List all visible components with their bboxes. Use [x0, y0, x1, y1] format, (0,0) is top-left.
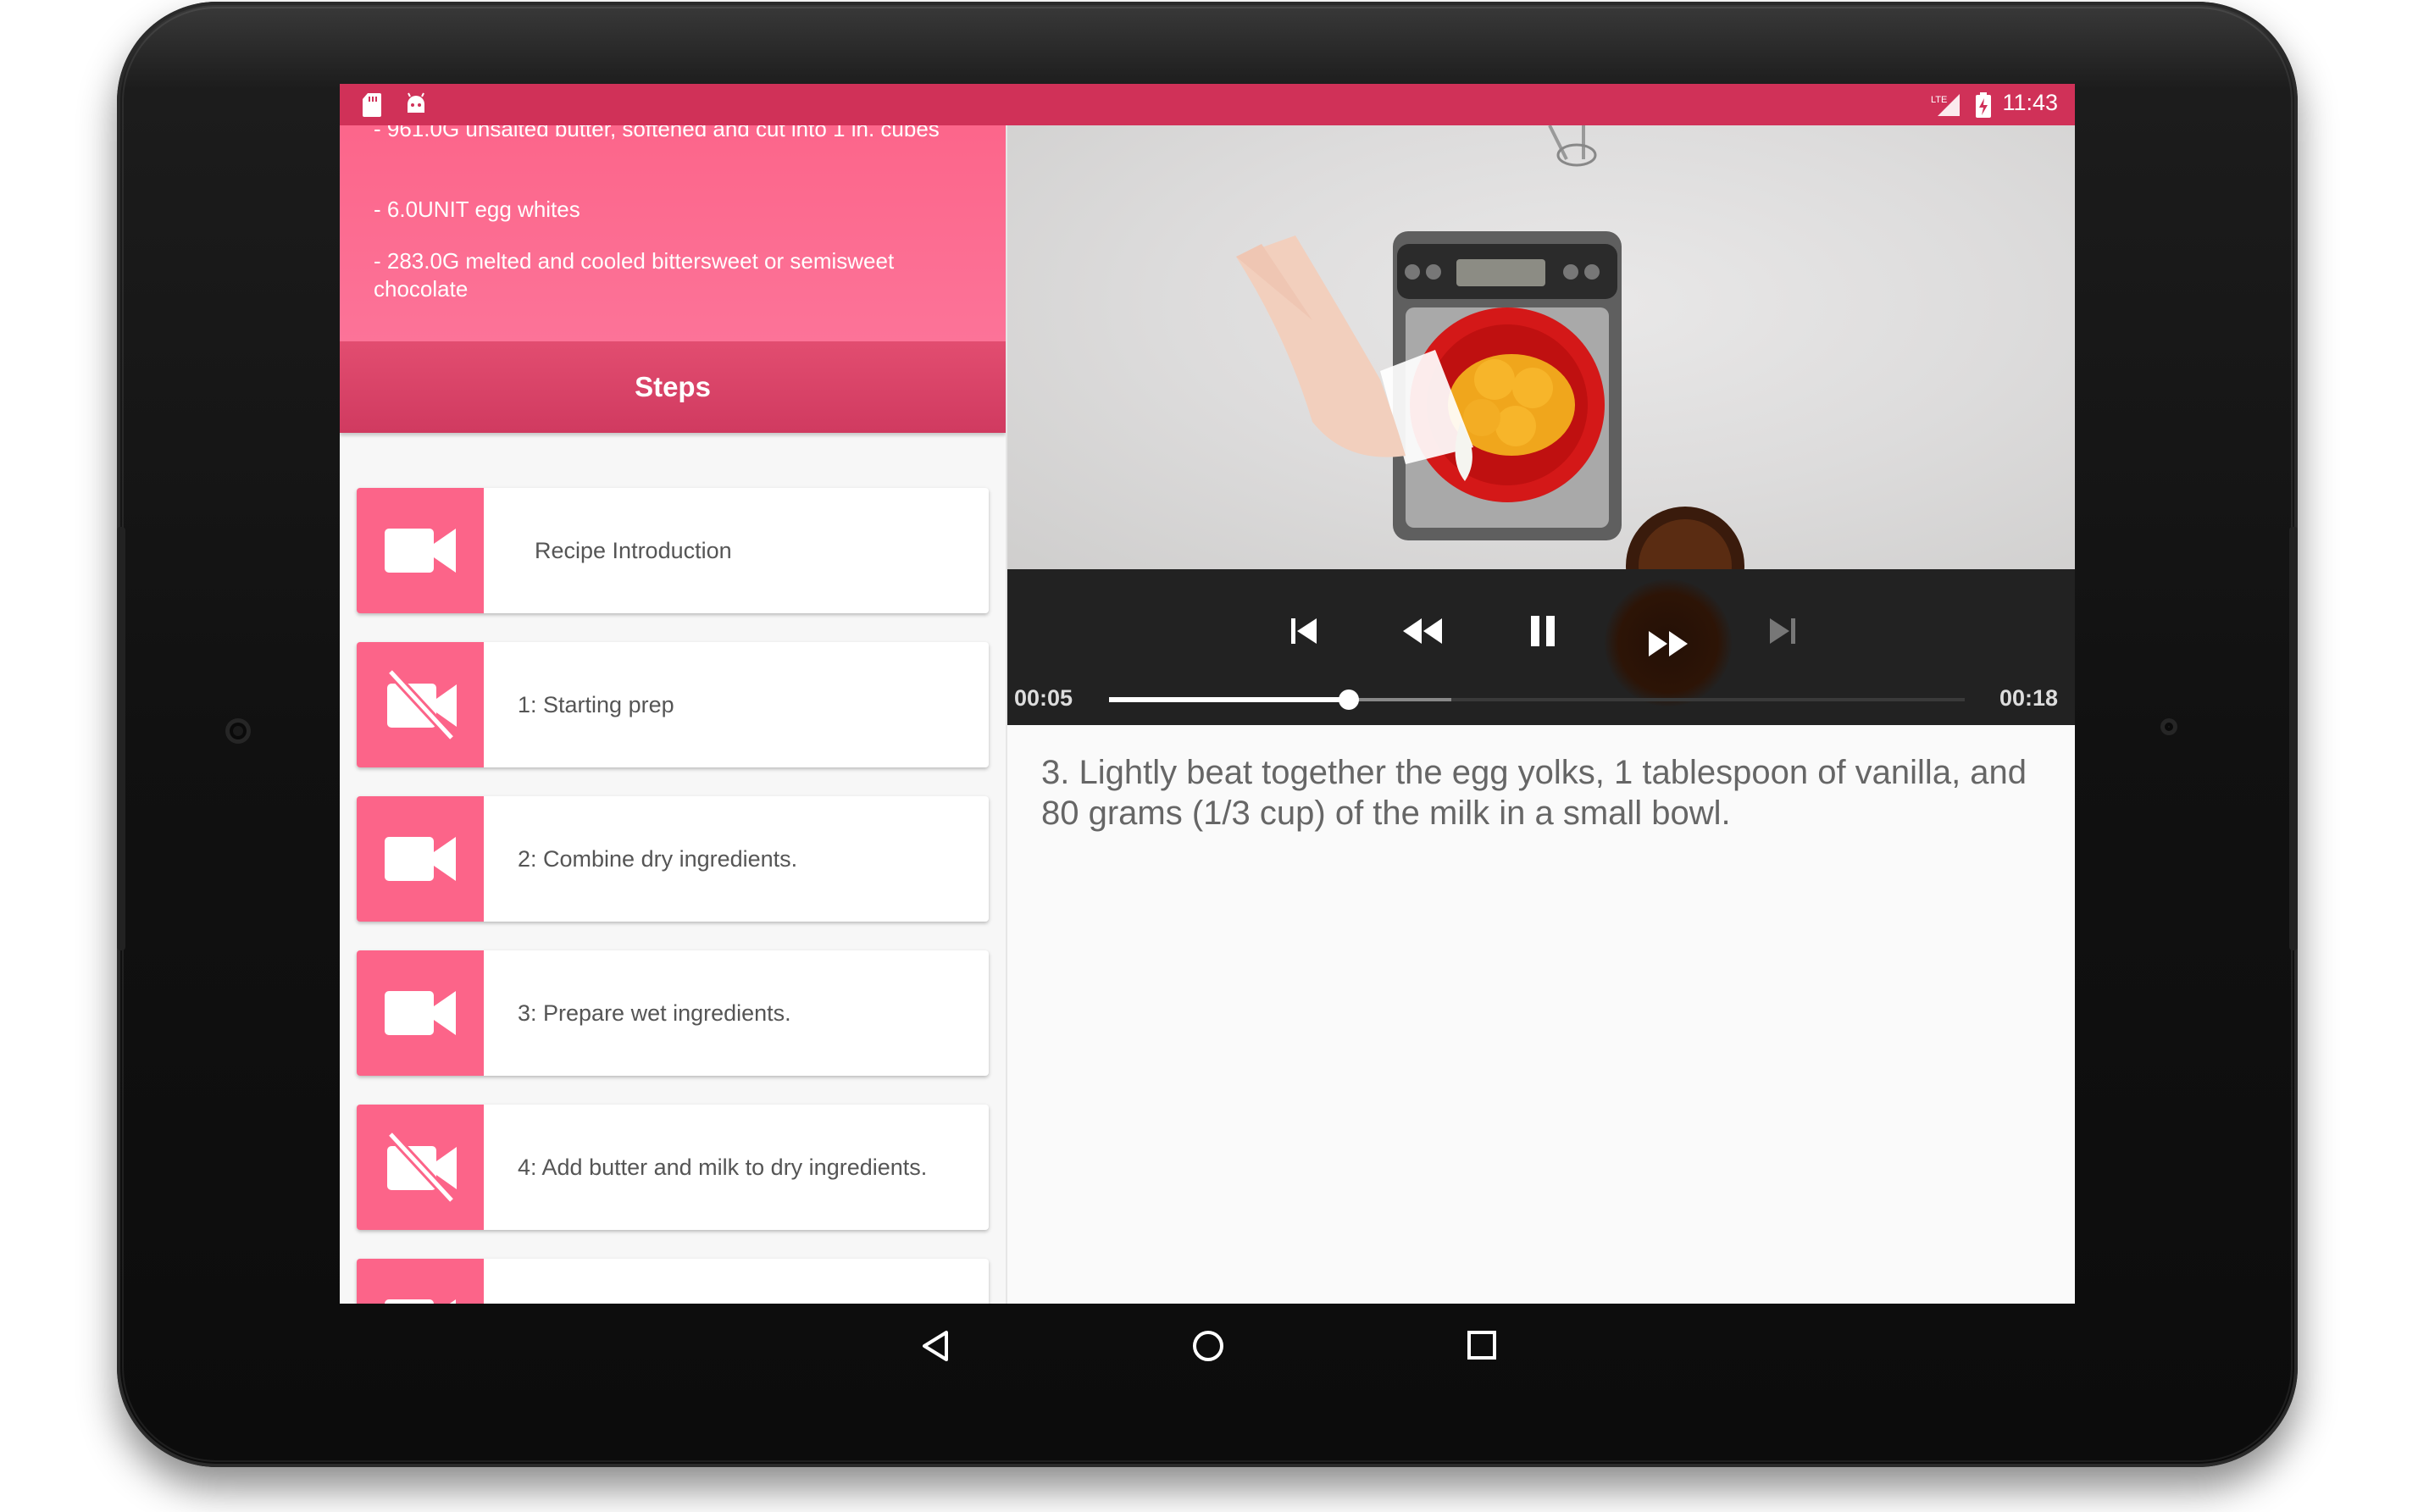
side-speaker-left: [117, 527, 125, 950]
step-label: 3: Prepare wet ingredients.: [518, 1000, 791, 1026]
navigation-bar: [340, 1304, 2075, 1388]
lte-signal-icon: LTE: [1931, 94, 1960, 116]
fast-forward-button[interactable]: [1605, 579, 1732, 706]
step-card[interactable]: 1: Starting prep: [357, 642, 989, 767]
skip-next-button[interactable]: [1753, 601, 1812, 661]
status-bar: LTE 11:43: [340, 84, 2075, 125]
ingredient-item: - 961.0G unsalted butter, softened and c…: [374, 125, 940, 141]
step-label: 1: Starting prep: [518, 691, 674, 717]
player-controls: 00:05 00:18: [1007, 569, 2075, 725]
seek-bar-thumb[interactable]: [1338, 690, 1359, 710]
fast-forward-icon: [1649, 630, 1688, 656]
recents-icon[interactable]: [1467, 1330, 1497, 1360]
step-thumbnail: [357, 642, 484, 767]
back-icon[interactable]: [919, 1329, 953, 1363]
step-detail-panel: 00:05 00:18 3. Lightly beat together the…: [1007, 125, 2075, 1304]
step-card[interactable]: 4: Add butter and milk to dry ingredient…: [357, 1105, 989, 1230]
side-speaker-right: [2289, 527, 2298, 950]
step-label: Recipe Introduction: [535, 537, 732, 563]
app-screen: LTE 11:43 - 961.0G unsalted butter, soft…: [340, 84, 2075, 1304]
step-card[interactable]: 2: Combine dry ingredients.: [357, 796, 989, 922]
ingredient-item: - 283.0G melted and cooled bittersweet o…: [374, 248, 895, 302]
step-thumbnail: [357, 1259, 484, 1304]
rewind-button[interactable]: [1393, 601, 1452, 661]
light-sensor: [2160, 718, 2177, 735]
battery-charging-icon: [1976, 92, 1991, 118]
videocam-icon: [385, 529, 456, 573]
current-time: 00:05: [1014, 685, 1073, 711]
step-card[interactable]: [357, 1259, 989, 1304]
duration: 00:18: [1999, 685, 2058, 711]
step-card[interactable]: Recipe Introduction: [357, 488, 989, 613]
pause-button[interactable]: [1513, 601, 1572, 661]
rewind-icon: [1403, 618, 1442, 644]
videocam-icon: [385, 1299, 456, 1304]
pause-icon: [1531, 616, 1555, 646]
home-icon[interactable]: [1191, 1329, 1225, 1363]
svg-text:LTE: LTE: [1931, 95, 1947, 105]
step-label: 4: Add butter and milk to dry ingredient…: [518, 1154, 928, 1180]
status-time: 11:43: [2002, 90, 2058, 115]
step-thumbnail: [357, 1105, 484, 1230]
step-thumbnail: [357, 488, 484, 613]
steps-header: Steps: [340, 341, 1006, 433]
sd-card-icon: [363, 93, 381, 117]
videocam-off-icon: [386, 668, 457, 741]
step-thumbnail: [357, 950, 484, 1076]
videocam-off-icon: [386, 1131, 457, 1204]
skip-previous-button[interactable]: [1274, 601, 1334, 661]
seek-bar-progress: [1109, 697, 1349, 702]
step-label: 2: Combine dry ingredients.: [518, 845, 798, 872]
videocam-icon: [385, 991, 456, 1035]
video-player[interactable]: [1007, 125, 2075, 569]
step-thumbnail: [357, 796, 484, 922]
video-frame: [1007, 125, 1744, 569]
skip-next-icon: [1770, 618, 1795, 644]
step-description: 3. Lightly beat together the egg yolks, …: [1041, 754, 2027, 832]
android-debug-icon: [408, 92, 424, 113]
ingredient-item: - 6.0UNIT egg whites: [374, 197, 580, 222]
step-card[interactable]: 3: Prepare wet ingredients.: [357, 950, 989, 1076]
videocam-icon: [385, 837, 456, 881]
recipe-panel: - 961.0G unsalted butter, softened and c…: [340, 125, 1007, 1304]
ingredients-list: - 961.0G unsalted butter, softened and c…: [340, 125, 1006, 341]
front-camera: [225, 718, 251, 744]
skip-previous-icon: [1291, 618, 1317, 644]
